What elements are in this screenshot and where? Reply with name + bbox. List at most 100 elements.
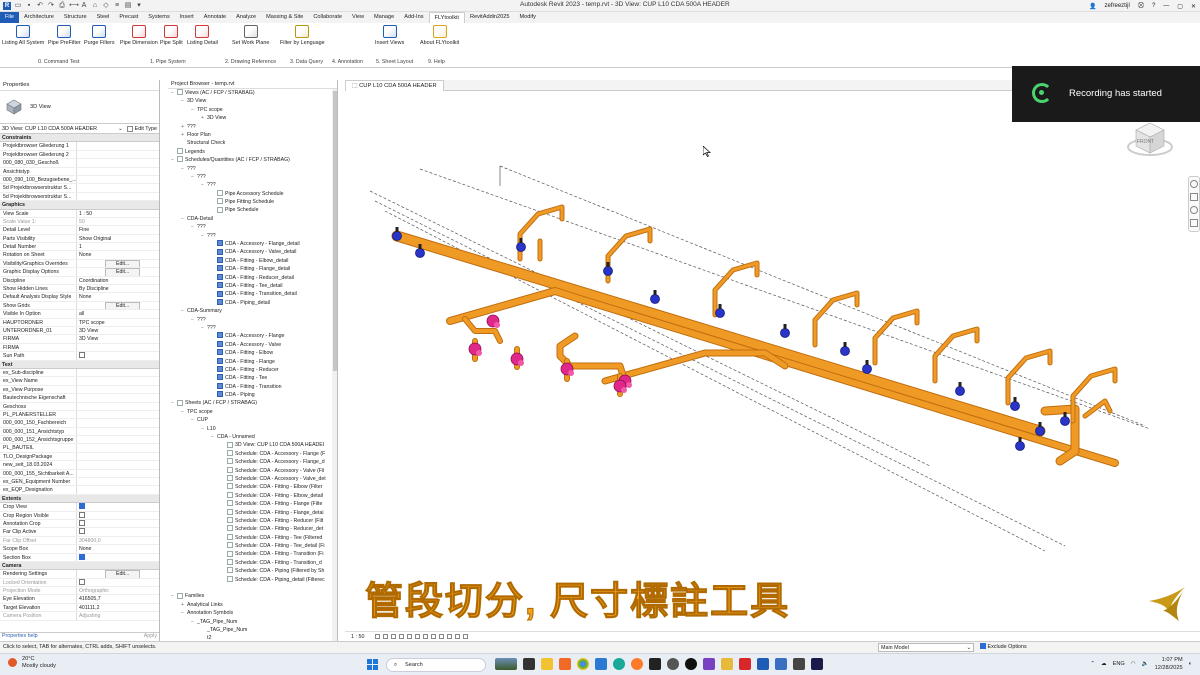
browser-node[interactable]: Schedule: CDA - Fitting - Reducer (Filt [168,517,337,525]
shadows-icon[interactable] [399,634,404,639]
property-value[interactable] [77,159,159,166]
property-value[interactable] [77,453,159,460]
3d-view-icon[interactable]: ⌂ [91,2,99,10]
property-value[interactable] [77,444,159,451]
browser-node[interactable]: Schedule: CDA - Fitting - Tee (Filtered [168,533,337,542]
property-value[interactable]: Fine [77,226,159,233]
browser-node[interactable]: −??? [168,173,337,181]
property-value[interactable] [77,470,159,477]
browser-node[interactable]: − Views (AC / FCP / STRABAG) [168,89,337,97]
reveal-hidden-icon[interactable] [447,634,452,639]
crop-region-icon[interactable] [423,634,428,639]
property-value[interactable]: Edit... [77,570,159,578]
instance-selector[interactable]: 3D View: CUP L10 CDA 500A HEADER [2,126,118,132]
taskbar-search[interactable]: ⌕ Search [386,658,486,672]
tab-manage[interactable]: Manage [369,12,399,23]
property-section-header[interactable]: Constraints [0,134,159,143]
browser-node[interactable]: Schedule: CDA - Fitting - Tee_detail (Fi [168,542,337,550]
brave-browser-icon[interactable] [559,658,571,670]
redo-icon[interactable]: ↷ [47,2,55,10]
property-value[interactable] [77,151,159,158]
property-value[interactable]: 401111,2 [77,604,159,611]
temporary-hide-icon[interactable] [439,634,444,639]
property-value[interactable] [77,386,159,393]
purge-filters-button[interactable]: Purge Filters [84,25,115,46]
property-value[interactable] [77,411,159,418]
listing-all-system-button[interactable]: Listing All System [2,25,44,46]
tab-annotate[interactable]: Annotate [199,12,231,23]
analytical-model-icon[interactable] [463,634,468,639]
browser-node[interactable]: _TAG_Pipe_Num [168,626,337,634]
edit-type-button[interactable]: Edit Type [135,126,157,132]
browser-node[interactable]: CDA - Fitting - Elbow_detail [168,256,337,265]
volume-icon[interactable]: 🔈 [1142,661,1149,667]
save-icon[interactable]: ▪ [25,2,33,10]
detail-level-icon[interactable] [375,634,380,639]
tab-add-ins[interactable]: Add-Ins [399,12,428,23]
property-value[interactable]: Coordination [77,277,159,284]
maximize-icon[interactable]: ▢ [1177,3,1183,10]
property-value[interactable] [77,436,159,443]
revit-2023-icon[interactable] [775,658,787,670]
browser-node[interactable]: − CUP [168,416,337,424]
property-value[interactable] [77,486,159,493]
browser-scroll-thumb[interactable] [332,91,337,371]
apply-button[interactable]: Apply [144,633,157,639]
about-flytoolkit-button[interactable]: About FLYtoolkit [420,25,459,46]
browser-node[interactable]: − _TAG_Pipe_Num [168,618,337,626]
property-value[interactable] [77,394,159,401]
browser-node[interactable]: CDA - Fitting - Tee [168,374,337,382]
browser-node[interactable]: − Sheets (AC / FCP / STRABAG) [168,399,337,407]
browser-node[interactable]: CDA - Fitting - Reducer [168,366,337,374]
close-icon[interactable]: ✕ [1191,3,1196,10]
browser-node[interactable]: Schedule: CDA - Fitting - Elbow_detail [168,491,337,500]
tab-architecture[interactable]: Architecture [19,12,59,23]
browser-node[interactable]: Schedule: CDA - Piping_detail (Filterec [168,575,337,584]
pipe-model-drawing[interactable] [345,91,1200,631]
windows-start-icon[interactable] [367,659,378,670]
undo-icon[interactable]: ↶ [36,2,44,10]
landscape-app-icon[interactable] [495,658,517,670]
browser-node[interactable]: − TPC scope [168,106,337,114]
property-value[interactable] [77,377,159,384]
minimize-icon[interactable]: — [1163,3,1169,9]
browser-node[interactable]: − TPC scope [168,408,337,416]
browser-node[interactable]: Schedule: CDA - Piping (Filtered by Sh [168,567,337,575]
zoom-icon[interactable] [1190,206,1198,214]
view-tab[interactable]: ⬚ CUP L10 CDA 500A HEADER [345,80,444,91]
property-value[interactable]: TPC scope [77,319,159,326]
tab-massing-site[interactable]: Massing & Site [261,12,308,23]
browser-node[interactable]: Schedule: CDA - Accessory - Valve_det [168,475,337,483]
property-value[interactable] [77,478,159,485]
chevron-up-icon[interactable]: ⌃ [1090,661,1095,667]
lock-3d-view-icon[interactable] [431,634,436,639]
property-checkbox[interactable] [79,352,85,359]
browser-node[interactable]: −??? [168,324,337,332]
task-view-icon[interactable] [523,658,535,670]
browser-node[interactable]: Schedule: CDA - Fitting - Elbow (Filter [168,483,337,491]
property-value[interactable] [77,503,159,510]
exclude-options-toggle[interactable]: Exclude Options [980,642,1027,653]
property-value[interactable]: None [77,293,159,300]
property-value[interactable]: None [77,251,159,258]
browser-node[interactable]: Schedule: CDA - Accessory - Flange (F [168,449,337,458]
open-icon[interactable]: ▭ [14,2,22,10]
user-icon[interactable]: 👤 [1089,3,1096,10]
thin-lines-icon[interactable]: ≡ [113,2,121,10]
browser-node[interactable]: − CDA - Unnamed [168,433,337,441]
insert-views-button[interactable]: Insert Views [375,25,404,46]
browser-node[interactable]: Schedule: CDA - Fitting - Transition_d [168,559,337,567]
listing-detail-button[interactable]: Listing Detail [187,25,218,46]
tab-steel[interactable]: Steel [92,12,115,23]
property-value[interactable] [77,142,159,149]
property-edit-button[interactable]: Edit... [105,570,141,578]
property-value[interactable]: Edit... [77,259,159,268]
property-checkbox[interactable] [79,520,85,527]
browser-node[interactable]: − Families [168,592,337,600]
property-value[interactable]: Edit... [77,268,159,276]
browser-node[interactable]: − CDA-Detail [168,215,337,223]
browser-node[interactable]: +3D View [168,114,337,122]
browser-node[interactable]: CDA - Accessory - Flange_detail [168,240,337,248]
type-selector[interactable]: 3D View [0,91,159,124]
pan-icon[interactable] [1190,193,1198,201]
